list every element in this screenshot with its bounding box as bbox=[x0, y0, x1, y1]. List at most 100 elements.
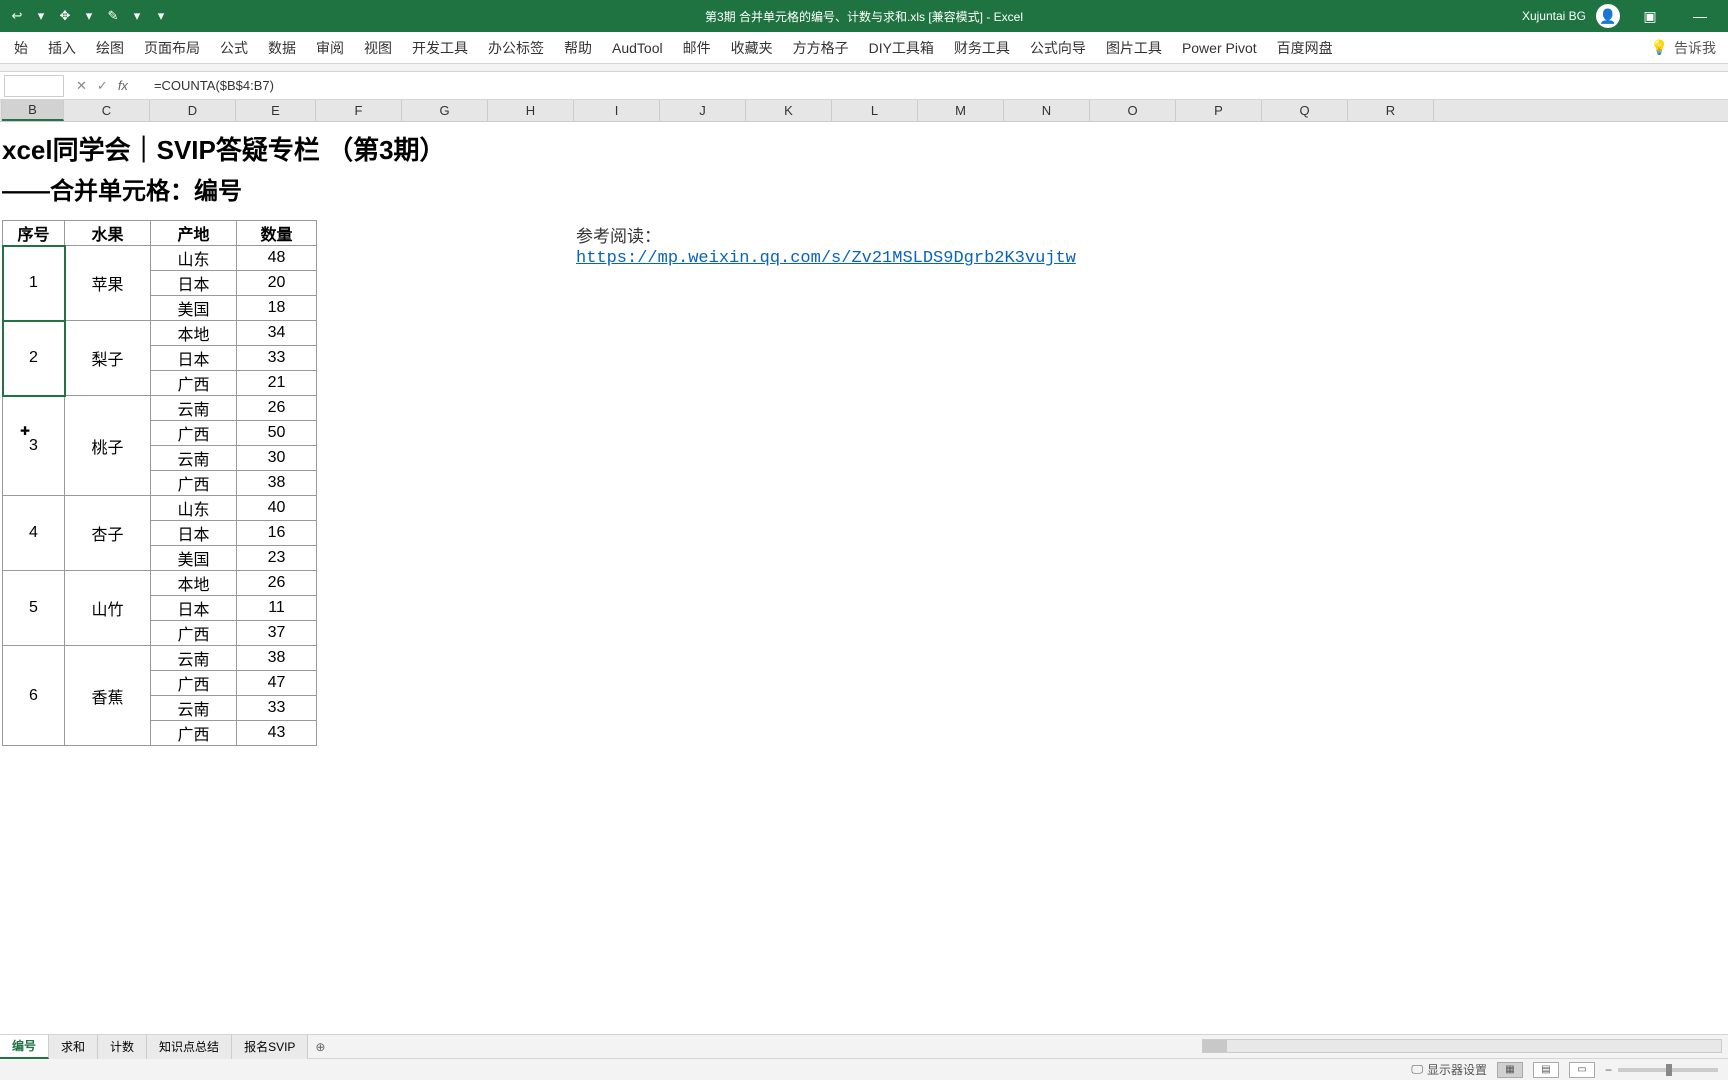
column-header[interactable]: D bbox=[150, 100, 236, 121]
column-header[interactable]: P bbox=[1176, 100, 1262, 121]
new-sheet-icon[interactable]: ⊕ bbox=[308, 1040, 332, 1054]
ribbon-tab[interactable]: AudTool bbox=[602, 32, 673, 64]
qty-cell[interactable]: 47 bbox=[237, 671, 317, 696]
ribbon-tab[interactable]: DIY工具箱 bbox=[859, 32, 944, 64]
sheet-tab[interactable]: 计数 bbox=[98, 1035, 147, 1059]
ribbon-tab[interactable]: 审阅 bbox=[306, 32, 354, 64]
ribbon-tab[interactable]: 公式 bbox=[210, 32, 258, 64]
column-header[interactable]: M bbox=[918, 100, 1004, 121]
column-header[interactable]: B bbox=[2, 100, 64, 121]
column-header[interactable]: G bbox=[402, 100, 488, 121]
origin-cell[interactable]: 云南 bbox=[151, 446, 237, 471]
ribbon-tab[interactable]: 收藏夹 bbox=[721, 32, 783, 64]
undo-icon[interactable]: ↩ bbox=[8, 7, 26, 25]
ribbon-tab[interactable]: 帮助 bbox=[554, 32, 602, 64]
origin-cell[interactable]: 广西 bbox=[151, 721, 237, 746]
origin-cell[interactable]: 日本 bbox=[151, 346, 237, 371]
fruit-cell[interactable]: 桃子 bbox=[65, 396, 151, 496]
origin-cell[interactable]: 广西 bbox=[151, 421, 237, 446]
ribbon-tab[interactable]: 财务工具 bbox=[944, 32, 1020, 64]
column-header[interactable]: R bbox=[1348, 100, 1434, 121]
worksheet[interactable]: xcel同学会｜SVIP答疑专栏 （第3期） ——合并单元格：编号 序号水果产地… bbox=[0, 122, 1728, 1034]
sheet-tab[interactable]: 编号 bbox=[0, 1035, 49, 1059]
touch-mode-icon[interactable]: ✥ bbox=[56, 7, 74, 25]
ribbon-tab[interactable]: 邮件 bbox=[673, 32, 721, 64]
normal-view-icon[interactable]: ▦ bbox=[1497, 1062, 1523, 1078]
tell-me[interactable]: 💡告诉我 bbox=[1651, 38, 1728, 58]
qty-cell[interactable]: 34 bbox=[237, 321, 317, 346]
column-header[interactable]: L bbox=[832, 100, 918, 121]
column-header[interactable]: J bbox=[660, 100, 746, 121]
qty-cell[interactable]: 37 bbox=[237, 621, 317, 646]
column-header[interactable]: O bbox=[1090, 100, 1176, 121]
column-header[interactable]: Q bbox=[1262, 100, 1348, 121]
column-header[interactable]: E bbox=[236, 100, 316, 121]
sheet-tab[interactable]: 知识点总结 bbox=[147, 1035, 232, 1059]
user-name[interactable]: Xujuntai BG bbox=[1522, 9, 1586, 23]
qty-cell[interactable]: 26 bbox=[237, 396, 317, 421]
qty-cell[interactable]: 50 bbox=[237, 421, 317, 446]
ribbon-display-icon[interactable]: ▣ bbox=[1630, 8, 1670, 25]
origin-cell[interactable]: 美国 bbox=[151, 546, 237, 571]
cancel-icon[interactable]: ✕ bbox=[76, 78, 87, 94]
qty-cell[interactable]: 33 bbox=[237, 346, 317, 371]
origin-cell[interactable]: 山东 bbox=[151, 496, 237, 521]
qty-cell[interactable]: 33 bbox=[237, 696, 317, 721]
qty-cell[interactable]: 38 bbox=[237, 471, 317, 496]
origin-cell[interactable]: 日本 bbox=[151, 271, 237, 296]
formula-input[interactable]: =COUNTA($B$4:B7) bbox=[140, 78, 1728, 93]
ribbon-tab[interactable]: 图片工具 bbox=[1096, 32, 1172, 64]
seq-cell[interactable]: 4 bbox=[3, 496, 65, 571]
qat-dropdown-icon[interactable]: ▾ bbox=[128, 7, 146, 25]
origin-cell[interactable]: 日本 bbox=[151, 521, 237, 546]
origin-cell[interactable]: 云南 bbox=[151, 696, 237, 721]
ribbon-tab[interactable]: 开发工具 bbox=[402, 32, 478, 64]
origin-cell[interactable]: 本地 bbox=[151, 321, 237, 346]
qty-cell[interactable]: 16 bbox=[237, 521, 317, 546]
name-box[interactable] bbox=[4, 75, 64, 97]
qat-more-icon[interactable]: ▾ bbox=[152, 7, 170, 25]
fruit-cell[interactable]: 苹果 bbox=[65, 246, 151, 321]
ribbon-tab[interactable]: 公式向导 bbox=[1020, 32, 1096, 64]
qat-dropdown-icon[interactable]: ▾ bbox=[80, 7, 98, 25]
column-header[interactable]: C bbox=[64, 100, 150, 121]
origin-cell[interactable]: 广西 bbox=[151, 621, 237, 646]
fruit-cell[interactable]: 香蕉 bbox=[65, 646, 151, 746]
zoom-out-icon[interactable]: − bbox=[1605, 1063, 1612, 1077]
ribbon-tab[interactable]: 始 bbox=[4, 32, 38, 64]
origin-cell[interactable]: 广西 bbox=[151, 471, 237, 496]
seq-cell[interactable]: 1 bbox=[3, 246, 65, 321]
seq-cell[interactable]: 6 bbox=[3, 646, 65, 746]
qat-dropdown-icon[interactable]: ▾ bbox=[32, 7, 50, 25]
minimize-icon[interactable]: — bbox=[1680, 8, 1720, 24]
ribbon-tab[interactable]: 视图 bbox=[354, 32, 402, 64]
ribbon-tab[interactable]: 百度网盘 bbox=[1267, 32, 1343, 64]
ribbon-tab[interactable]: 办公标签 bbox=[478, 32, 554, 64]
zoom-control[interactable]: − bbox=[1605, 1063, 1718, 1077]
qty-cell[interactable]: 43 bbox=[237, 721, 317, 746]
avatar[interactable]: 👤 bbox=[1596, 4, 1620, 28]
page-break-view-icon[interactable]: ▭ bbox=[1569, 1062, 1595, 1078]
horizontal-scrollbar[interactable] bbox=[1202, 1039, 1722, 1053]
qty-cell[interactable]: 23 bbox=[237, 546, 317, 571]
origin-cell[interactable]: 本地 bbox=[151, 571, 237, 596]
seq-cell[interactable]: 3 bbox=[3, 396, 65, 496]
brush-icon[interactable]: ✎ bbox=[104, 7, 122, 25]
column-header[interactable]: H bbox=[488, 100, 574, 121]
column-header[interactable]: K bbox=[746, 100, 832, 121]
fx-icon[interactable]: fx bbox=[118, 78, 128, 94]
qty-cell[interactable]: 30 bbox=[237, 446, 317, 471]
origin-cell[interactable]: 广西 bbox=[151, 671, 237, 696]
origin-cell[interactable]: 山东 bbox=[151, 246, 237, 271]
fruit-cell[interactable]: 梨子 bbox=[65, 321, 151, 396]
qty-cell[interactable]: 48 bbox=[237, 246, 317, 271]
seq-cell[interactable]: 5 bbox=[3, 571, 65, 646]
sheet-tab[interactable]: 报名SVIP bbox=[232, 1035, 308, 1059]
qty-cell[interactable]: 11 bbox=[237, 596, 317, 621]
column-header[interactable]: F bbox=[316, 100, 402, 121]
display-settings[interactable]: 🖵 显示器设置 bbox=[1411, 1061, 1487, 1078]
qty-cell[interactable]: 26 bbox=[237, 571, 317, 596]
qty-cell[interactable]: 40 bbox=[237, 496, 317, 521]
sheet-tab[interactable]: 求和 bbox=[49, 1035, 98, 1059]
origin-cell[interactable]: 美国 bbox=[151, 296, 237, 321]
